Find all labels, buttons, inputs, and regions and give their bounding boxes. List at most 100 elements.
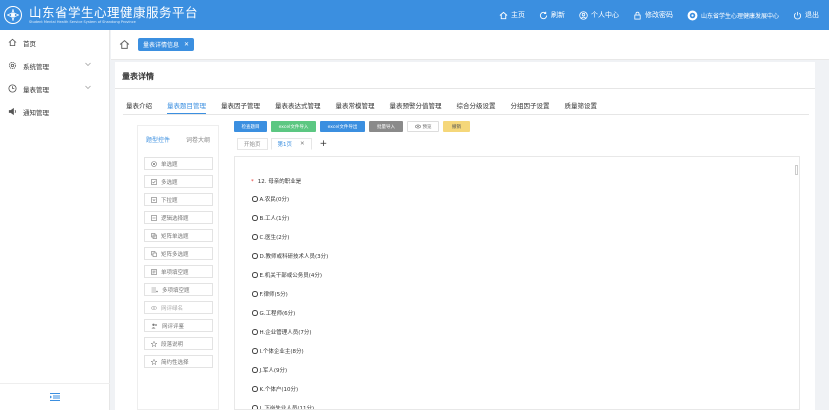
qtype-multi-fill[interactable]: 多项填空题	[144, 283, 213, 296]
sidebar-item-scales[interactable]: 量表管理	[0, 77, 109, 100]
close-icon[interactable]: ✕	[184, 41, 189, 48]
chevron-down-icon	[85, 62, 91, 66]
qtype-web-review-name[interactable]: 网评绿名	[144, 301, 213, 314]
home-icon[interactable]	[119, 39, 130, 50]
sidebar-item-label: 系统管理	[23, 62, 49, 71]
option-item[interactable]: F.律师(5分)	[252, 290, 288, 298]
qtype-label: 段落说明	[161, 341, 184, 348]
eye-icon	[151, 305, 157, 310]
tab-intro[interactable]: 量表介绍	[126, 100, 152, 114]
logic-icon	[151, 214, 157, 221]
radio-icon	[252, 215, 258, 221]
radio-icon	[252, 196, 258, 202]
qtype-label: 下拉题	[161, 197, 178, 204]
check-questions-button[interactable]: 检查题目	[234, 121, 267, 132]
nav-profile[interactable]: 个人中心	[579, 10, 619, 20]
preview-label: 预览	[422, 124, 432, 130]
option-label: K.个体户(10分)	[259, 387, 299, 393]
eye-icon	[414, 124, 421, 129]
batch-import-button[interactable]: 批量导入	[369, 121, 403, 132]
preview-button[interactable]: 预览	[407, 121, 439, 132]
refresh-icon	[539, 11, 548, 19]
tag-scale-detail[interactable]: 量表详情信息 ✕	[138, 38, 195, 51]
add-page-button[interactable]: +	[315, 139, 333, 149]
radio-icon	[252, 253, 258, 259]
option-item[interactable]: E.机关干部或公务员(4分)	[252, 271, 322, 279]
excel-export-button[interactable]: excel文件导出	[320, 121, 365, 132]
qtype-multi-choice[interactable]: 多选题	[144, 175, 213, 188]
nav-change-password-label: 修改密码	[644, 11, 673, 19]
power-icon	[793, 11, 802, 19]
tab-question-management[interactable]: 量表题目管理	[167, 100, 206, 114]
speaker-icon	[8, 107, 16, 116]
option-item[interactable]: K.个体户(10分)	[252, 385, 298, 393]
option-item[interactable]: G.工程师(6分)	[252, 309, 295, 317]
option-item[interactable]: B.工人(1分)	[252, 214, 289, 222]
qtype-dropdown[interactable]: 下拉题	[144, 193, 213, 206]
divider	[115, 88, 815, 89]
question-type-panel: 题型控件 词卷大纲 单选题 多选题 下拉题 逻辑选择题 矩阵单选题 矩阵多选题	[137, 125, 219, 410]
radio-icon	[252, 272, 258, 278]
people-icon	[151, 323, 157, 328]
sidebar-item-system[interactable]: 系统管理	[0, 54, 109, 77]
option-label: G.工程师(6分)	[259, 311, 296, 317]
tab-expression-management[interactable]: 量表表达式管理	[275, 100, 321, 114]
option-item[interactable]: H.企业管理人员(7分)	[252, 328, 312, 336]
dropdown-icon	[151, 196, 157, 203]
qtype-paragraph[interactable]: 段落说明	[144, 337, 213, 350]
option-item[interactable]: A.农民(0分)	[252, 195, 289, 203]
tab-outline[interactable]: 词卷大纲	[186, 135, 210, 147]
tab-group-factor[interactable]: 分组因子设置	[511, 100, 550, 114]
matrix-multi-icon	[151, 250, 157, 257]
question-title[interactable]: * 12. 母亲的职业是	[251, 177, 301, 185]
nav-organization[interactable]: 山东省学生心理健康发展中心	[687, 10, 779, 21]
close-icon[interactable]: ✕	[300, 141, 305, 147]
tab-quality-filter[interactable]: 质量筛设置	[565, 100, 598, 114]
option-item[interactable]: L.下岗失业人员(11分)	[252, 404, 314, 409]
option-item[interactable]: D.教师或科研技术人员(3分)	[252, 252, 328, 260]
sidebar-item-home[interactable]: 首页	[0, 31, 109, 54]
star-icon	[151, 358, 157, 365]
qtype-single-choice[interactable]: 单选题	[144, 157, 213, 170]
sidebar-item-notices[interactable]: 通知管理	[0, 100, 109, 123]
tab-start-page[interactable]: 开始页	[237, 138, 268, 150]
tab-norm-management[interactable]: 量表常模管理	[336, 100, 375, 114]
tab-warning-score-management[interactable]: 量表预警分值管理	[390, 100, 442, 114]
qtype-label: 逻辑选择题	[161, 215, 189, 222]
qtype-web-review[interactable]: 网评评鉴	[144, 319, 213, 332]
qtype-single-fill[interactable]: 单项填空题	[144, 265, 213, 278]
nav-home[interactable]: 主页	[499, 10, 525, 20]
undo-button[interactable]: 撤销	[443, 121, 470, 132]
qtype-label: 矩阵单选题	[161, 233, 189, 240]
gear-icon	[8, 61, 17, 70]
option-item[interactable]: J.军人(9分)	[252, 366, 287, 374]
nav-profile-label: 个人中心	[590, 11, 619, 19]
radio-icon	[252, 329, 258, 335]
question-canvas: * 12. 母亲的职业是 A.农民(0分) B.工人(1分) C.医生(2分) D.教师…	[234, 156, 800, 410]
qtype-label: 多项填空题	[162, 287, 190, 294]
qtype-matrix-multi[interactable]: 矩阵多选题	[144, 247, 213, 260]
tab-overall-grading[interactable]: 综合分级设置	[457, 100, 496, 114]
option-label: B.工人(1分)	[259, 216, 290, 222]
header-nav: 主页 刷新 个人中心 修改密码 山东省学生心理健康发展中心 退出	[485, 0, 819, 30]
tab-factor-management[interactable]: 量表因子管理	[221, 100, 260, 114]
sidebar-collapse-toggle[interactable]	[0, 383, 110, 410]
scrollbar[interactable]	[795, 165, 798, 175]
nav-refresh[interactable]: 刷新	[539, 10, 565, 20]
qtype-label: 网评评鉴	[162, 323, 185, 330]
option-label: F.律师(5分)	[259, 292, 288, 298]
user-icon	[579, 10, 588, 20]
option-item[interactable]: C.医生(2分)	[252, 233, 289, 241]
sidebar-item-label: 首页	[23, 39, 36, 48]
qtype-matrix-single[interactable]: 矩阵单选题	[144, 229, 213, 242]
tab-question-controls[interactable]: 题型控件	[146, 135, 170, 147]
nav-logout[interactable]: 退出	[793, 10, 819, 20]
lock-icon	[634, 11, 641, 20]
clock-icon	[8, 84, 17, 93]
qtype-logic-choice[interactable]: 逻辑选择题	[144, 211, 213, 224]
option-item[interactable]: I.个体企业主(8分)	[252, 347, 304, 355]
excel-import-button[interactable]: excel文件导入	[271, 121, 316, 132]
nav-change-password[interactable]: 修改密码	[633, 10, 673, 20]
tab-page-1[interactable]: 第1页 ✕	[270, 138, 312, 150]
qtype-simple-choice[interactable]: 简约性选择	[144, 355, 213, 368]
